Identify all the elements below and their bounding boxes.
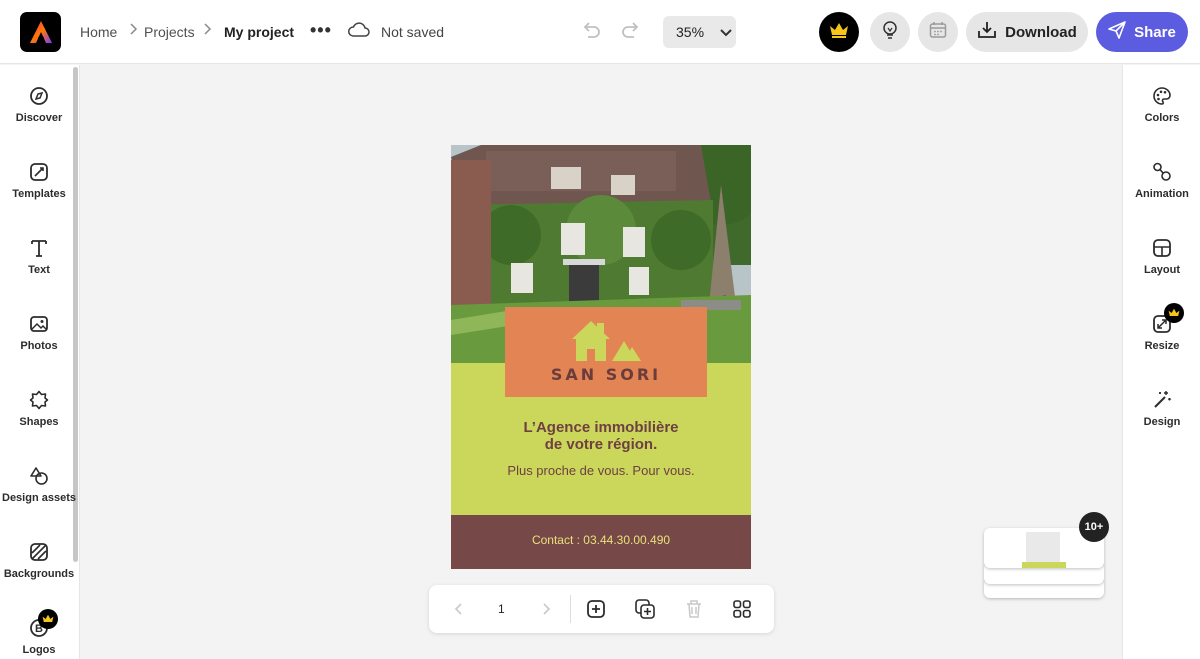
text-icon: [28, 237, 50, 259]
premium-button[interactable]: [819, 12, 859, 52]
magic-wand-icon: [1151, 389, 1173, 411]
ideas-button[interactable]: [870, 12, 910, 52]
page-number: 1: [498, 602, 505, 616]
left-sidebar: Discover Templates Text Photos Shapes De…: [0, 65, 80, 659]
previous-page-icon[interactable]: [447, 597, 471, 621]
breadcrumb-home[interactable]: Home: [80, 24, 117, 40]
headline-line-1: L’Agence immobilière: [523, 419, 679, 436]
zoom-value: 35%: [676, 24, 705, 40]
sidebar-item-label: Layout: [1143, 264, 1181, 276]
share-label: Share: [1134, 23, 1176, 41]
chevron-right-icon: [202, 22, 212, 41]
design-assets-icon: [28, 465, 50, 487]
chevron-down-icon: [720, 24, 732, 40]
chevron-right-icon: [128, 22, 138, 41]
sidebar-item-design-assets[interactable]: Design assets: [0, 465, 78, 504]
sidebar-item-logos[interactable]: B Logos: [0, 609, 78, 656]
sidebar-item-animation[interactable]: Animation: [1123, 161, 1200, 200]
crown-icon: [829, 22, 849, 43]
add-page-icon[interactable]: [584, 597, 608, 621]
sidebar-item-label: Discover: [15, 112, 63, 124]
sidebar-item-label: Resize: [1144, 340, 1180, 352]
backgrounds-icon: [28, 541, 50, 563]
download-button[interactable]: Download: [966, 12, 1088, 52]
sidebar-item-shapes[interactable]: Shapes: [0, 389, 78, 428]
templates-icon: [28, 161, 50, 183]
cloud-icon: [347, 21, 371, 44]
sidebar-item-label: Animation: [1135, 188, 1189, 200]
adobe-express-logo-icon[interactable]: [20, 12, 61, 52]
sidebar-item-label: Design assets: [2, 492, 76, 504]
sidebar-item-discover[interactable]: Discover: [0, 85, 78, 124]
shapes-icon: [28, 389, 50, 411]
sidebar-item-label: Backgrounds: [3, 568, 75, 580]
more-options-button[interactable]: •••: [310, 20, 332, 41]
sidebar-item-label: Colors: [1144, 112, 1180, 124]
pages-count-badge[interactable]: 10+: [1079, 512, 1109, 542]
next-page-icon[interactable]: [534, 597, 558, 621]
save-status: Not saved: [381, 24, 445, 40]
sidebar-item-design[interactable]: Design: [1123, 389, 1200, 428]
delete-page-icon[interactable]: [682, 597, 706, 621]
sidebar-item-label: Logos: [22, 644, 56, 656]
sidebar-item-backgrounds[interactable]: Backgrounds: [0, 541, 78, 580]
house-logo-icon: [572, 321, 641, 361]
top-bar: Home Projects My project ••• Not saved 3…: [0, 0, 1200, 64]
lightbulb-icon: [881, 20, 899, 45]
sidebar-item-text[interactable]: Text: [0, 237, 78, 276]
schedule-button[interactable]: [918, 12, 958, 52]
page-toolbar: 1: [429, 585, 774, 633]
share-button[interactable]: Share: [1096, 12, 1188, 52]
send-icon: [1108, 21, 1126, 43]
compass-icon: [28, 85, 50, 107]
photos-icon: [28, 313, 50, 335]
sidebar-item-resize[interactable]: Resize: [1123, 303, 1200, 352]
headline-text[interactable]: L’Agence immobilière de votre région.: [451, 419, 751, 453]
brand-name[interactable]: SAN SORI: [505, 365, 707, 384]
breadcrumb-current-project[interactable]: My project: [224, 24, 294, 40]
design-canvas[interactable]: SAN SORI L’Agence immobilière de votre r…: [451, 145, 751, 569]
sidebar-item-label: Templates: [12, 188, 66, 200]
logo-block[interactable]: SAN SORI: [505, 307, 707, 397]
sidebar-item-templates[interactable]: Templates: [0, 161, 78, 200]
resize-icon: [1151, 303, 1184, 335]
download-icon: [977, 21, 997, 43]
toolbar-divider: [570, 595, 571, 623]
sidebar-item-colors[interactable]: Colors: [1123, 85, 1200, 124]
right-sidebar: Colors Animation Layout Resize Design: [1122, 65, 1200, 659]
headline-line-2: de votre région.: [544, 436, 658, 453]
zoom-dropdown[interactable]: 35%: [663, 16, 736, 48]
sidebar-item-label: Photos: [20, 340, 58, 352]
breadcrumb-projects[interactable]: Projects: [144, 24, 195, 40]
layout-icon: [1151, 237, 1173, 259]
sidebar-item-label: Shapes: [19, 416, 59, 428]
premium-crown-icon: [38, 609, 58, 629]
page-thumbnail-strip: [1022, 562, 1066, 568]
redo-icon[interactable]: [620, 22, 642, 47]
duplicate-page-icon[interactable]: [633, 597, 657, 621]
sidebar-item-layout[interactable]: Layout: [1123, 237, 1200, 276]
contact-text[interactable]: Contact : 03.44.30.00.490: [451, 533, 751, 547]
undo-icon[interactable]: [580, 22, 602, 47]
animation-icon: [1151, 161, 1173, 183]
sidebar-item-label: Text: [28, 264, 50, 276]
grid-view-icon[interactable]: [730, 597, 754, 621]
sidebar-item-photos[interactable]: Photos: [0, 313, 78, 352]
page-thumbnail: [1026, 532, 1060, 566]
premium-crown-icon: [1164, 303, 1184, 323]
tagline-text[interactable]: Plus proche de vous. Pour vous.: [451, 463, 751, 478]
logos-icon: B: [28, 609, 58, 639]
sidebar-item-label: Design: [1143, 416, 1181, 428]
download-label: Download: [1005, 23, 1077, 41]
calendar-icon: [929, 21, 947, 44]
palette-icon: [1151, 85, 1173, 107]
